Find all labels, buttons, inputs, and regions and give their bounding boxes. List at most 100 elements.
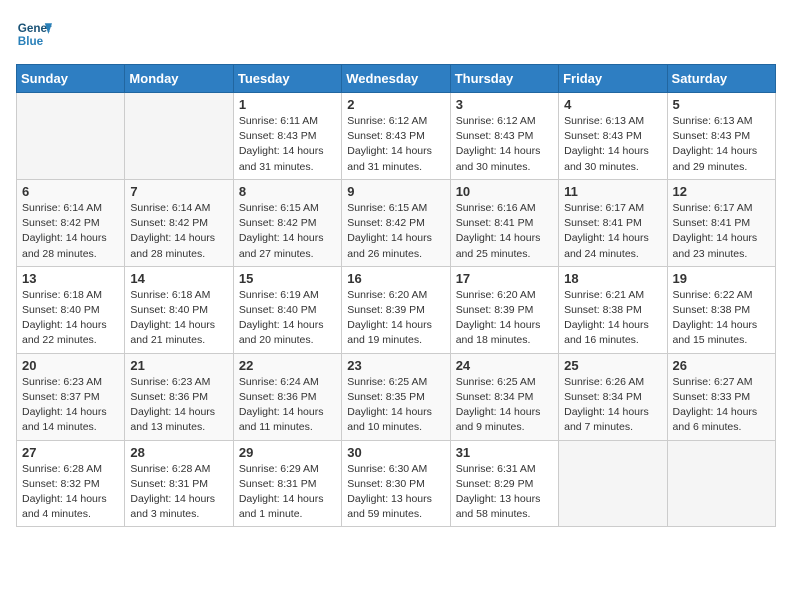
calendar-header-wednesday: Wednesday [342, 65, 450, 93]
day-info: Sunrise: 6:15 AM Sunset: 8:42 PM Dayligh… [239, 201, 336, 262]
day-info: Sunrise: 6:22 AM Sunset: 8:38 PM Dayligh… [673, 288, 770, 349]
calendar-cell: 16Sunrise: 6:20 AM Sunset: 8:39 PM Dayli… [342, 266, 450, 353]
calendar-cell: 4Sunrise: 6:13 AM Sunset: 8:43 PM Daylig… [559, 93, 667, 180]
calendar-header-tuesday: Tuesday [233, 65, 341, 93]
day-number: 26 [673, 358, 770, 373]
calendar-cell [559, 440, 667, 527]
day-info: Sunrise: 6:17 AM Sunset: 8:41 PM Dayligh… [673, 201, 770, 262]
calendar-cell [125, 93, 233, 180]
day-info: Sunrise: 6:12 AM Sunset: 8:43 PM Dayligh… [347, 114, 444, 175]
day-number: 21 [130, 358, 227, 373]
calendar-table: SundayMondayTuesdayWednesdayThursdayFrid… [16, 64, 776, 527]
calendar-cell: 26 Sunrise: 6:27 AM Sunset: 8:33 PM Dayli… [667, 353, 775, 440]
day-info: Sunrise: 6:20 AM Sunset: 8:39 PM Dayligh… [347, 288, 444, 349]
calendar-cell: 15 Sunrise: 6:19 AM Sunset: 8:40 PM Dayli… [233, 266, 341, 353]
calendar-cell: 12 Sunrise: 6:17 AM Sunset: 8:41 PM Dayli… [667, 179, 775, 266]
calendar-cell: 30 Sunrise: 6:30 AM Sunset: 8:30 PM Dayli… [342, 440, 450, 527]
calendar-cell: 5 Sunrise: 6:13 AM Sunset: 8:43 PM Daylig… [667, 93, 775, 180]
day-info: Sunrise: 6:21 AM Sunset: 8:38 PM Dayligh… [564, 288, 661, 349]
day-number: 28 [130, 445, 227, 460]
day-number: 5 [673, 97, 770, 112]
calendar-header-friday: Friday [559, 65, 667, 93]
calendar-cell: 25 Sunrise: 6:26 AM Sunset: 8:34 PM Dayli… [559, 353, 667, 440]
day-number: 22 [239, 358, 336, 373]
day-number: 11 [564, 184, 661, 199]
calendar-cell: 13Sunrise: 6:18 AM Sunset: 8:40 PM Dayli… [17, 266, 125, 353]
calendar-header-row: SundayMondayTuesdayWednesdayThursdayFrid… [17, 65, 776, 93]
day-number: 1 [239, 97, 336, 112]
day-info: Sunrise: 6:27 AM Sunset: 8:33 PM Dayligh… [673, 375, 770, 436]
day-info: Sunrise: 6:30 AM Sunset: 8:30 PM Dayligh… [347, 462, 444, 523]
day-info: Sunrise: 6:29 AM Sunset: 8:31 PM Dayligh… [239, 462, 336, 523]
calendar-cell: 9 Sunrise: 6:15 AM Sunset: 8:42 PM Daylig… [342, 179, 450, 266]
day-info: Sunrise: 6:15 AM Sunset: 8:42 PM Dayligh… [347, 201, 444, 262]
day-number: 18 [564, 271, 661, 286]
calendar-week-row: 20Sunrise: 6:23 AM Sunset: 8:37 PM Dayli… [17, 353, 776, 440]
day-number: 8 [239, 184, 336, 199]
calendar-cell: 23Sunrise: 6:25 AM Sunset: 8:35 PM Dayli… [342, 353, 450, 440]
day-number: 29 [239, 445, 336, 460]
day-number: 24 [456, 358, 553, 373]
calendar-cell: 1Sunrise: 6:11 AM Sunset: 8:43 PM Daylig… [233, 93, 341, 180]
day-info: Sunrise: 6:28 AM Sunset: 8:31 PM Dayligh… [130, 462, 227, 523]
day-info: Sunrise: 6:12 AM Sunset: 8:43 PM Dayligh… [456, 114, 553, 175]
day-info: Sunrise: 6:25 AM Sunset: 8:34 PM Dayligh… [456, 375, 553, 436]
day-number: 6 [22, 184, 119, 199]
day-number: 25 [564, 358, 661, 373]
calendar-cell: 17Sunrise: 6:20 AM Sunset: 8:39 PM Dayli… [450, 266, 558, 353]
day-number: 4 [564, 97, 661, 112]
logo: General Blue [16, 16, 52, 52]
svg-text:Blue: Blue [18, 35, 44, 48]
day-number: 19 [673, 271, 770, 286]
calendar-cell: 20Sunrise: 6:23 AM Sunset: 8:37 PM Dayli… [17, 353, 125, 440]
calendar-cell: 3 Sunrise: 6:12 AM Sunset: 8:43 PM Daylig… [450, 93, 558, 180]
day-number: 14 [130, 271, 227, 286]
calendar-header-monday: Monday [125, 65, 233, 93]
calendar-cell: 8 Sunrise: 6:15 AM Sunset: 8:42 PM Daylig… [233, 179, 341, 266]
calendar-cell: 31 Sunrise: 6:31 AM Sunset: 8:29 PM Dayli… [450, 440, 558, 527]
day-number: 10 [456, 184, 553, 199]
calendar-header-saturday: Saturday [667, 65, 775, 93]
day-info: Sunrise: 6:31 AM Sunset: 8:29 PM Dayligh… [456, 462, 553, 523]
calendar-cell: 28 Sunrise: 6:28 AM Sunset: 8:31 PM Dayli… [125, 440, 233, 527]
calendar-cell: 7 Sunrise: 6:14 AM Sunset: 8:42 PM Daylig… [125, 179, 233, 266]
day-info: Sunrise: 6:23 AM Sunset: 8:37 PM Dayligh… [22, 375, 119, 436]
day-number: 7 [130, 184, 227, 199]
day-info: Sunrise: 6:14 AM Sunset: 8:42 PM Dayligh… [22, 201, 119, 262]
day-info: Sunrise: 6:19 AM Sunset: 8:40 PM Dayligh… [239, 288, 336, 349]
day-number: 3 [456, 97, 553, 112]
day-info: Sunrise: 6:17 AM Sunset: 8:41 PM Dayligh… [564, 201, 661, 262]
calendar-week-row: 13Sunrise: 6:18 AM Sunset: 8:40 PM Dayli… [17, 266, 776, 353]
calendar-week-row: 1Sunrise: 6:11 AM Sunset: 8:43 PM Daylig… [17, 93, 776, 180]
day-number: 27 [22, 445, 119, 460]
calendar-cell: 21 Sunrise: 6:23 AM Sunset: 8:36 PM Dayli… [125, 353, 233, 440]
day-info: Sunrise: 6:25 AM Sunset: 8:35 PM Dayligh… [347, 375, 444, 436]
day-number: 31 [456, 445, 553, 460]
calendar-cell: 10Sunrise: 6:16 AM Sunset: 8:41 PM Dayli… [450, 179, 558, 266]
day-number: 9 [347, 184, 444, 199]
day-number: 17 [456, 271, 553, 286]
day-number: 2 [347, 97, 444, 112]
day-number: 15 [239, 271, 336, 286]
calendar-cell: 24 Sunrise: 6:25 AM Sunset: 8:34 PM Dayli… [450, 353, 558, 440]
day-info: Sunrise: 6:24 AM Sunset: 8:36 PM Dayligh… [239, 375, 336, 436]
calendar-cell: 11 Sunrise: 6:17 AM Sunset: 8:41 PM Dayli… [559, 179, 667, 266]
day-info: Sunrise: 6:14 AM Sunset: 8:42 PM Dayligh… [130, 201, 227, 262]
calendar-cell: 6 Sunrise: 6:14 AM Sunset: 8:42 PM Daylig… [17, 179, 125, 266]
day-info: Sunrise: 6:23 AM Sunset: 8:36 PM Dayligh… [130, 375, 227, 436]
logo-icon: General Blue [16, 16, 52, 52]
calendar-cell [667, 440, 775, 527]
calendar-cell: 14 Sunrise: 6:18 AM Sunset: 8:40 PM Dayli… [125, 266, 233, 353]
day-number: 30 [347, 445, 444, 460]
calendar-week-row: 6 Sunrise: 6:14 AM Sunset: 8:42 PM Daylig… [17, 179, 776, 266]
page-header: General Blue [16, 16, 776, 52]
day-info: Sunrise: 6:26 AM Sunset: 8:34 PM Dayligh… [564, 375, 661, 436]
calendar-week-row: 27 Sunrise: 6:28 AM Sunset: 8:32 PM Dayli… [17, 440, 776, 527]
day-info: Sunrise: 6:18 AM Sunset: 8:40 PM Dayligh… [130, 288, 227, 349]
calendar-cell: 27 Sunrise: 6:28 AM Sunset: 8:32 PM Dayli… [17, 440, 125, 527]
day-info: Sunrise: 6:13 AM Sunset: 8:43 PM Dayligh… [673, 114, 770, 175]
calendar-header-thursday: Thursday [450, 65, 558, 93]
day-info: Sunrise: 6:28 AM Sunset: 8:32 PM Dayligh… [22, 462, 119, 523]
day-number: 12 [673, 184, 770, 199]
day-info: Sunrise: 6:18 AM Sunset: 8:40 PM Dayligh… [22, 288, 119, 349]
